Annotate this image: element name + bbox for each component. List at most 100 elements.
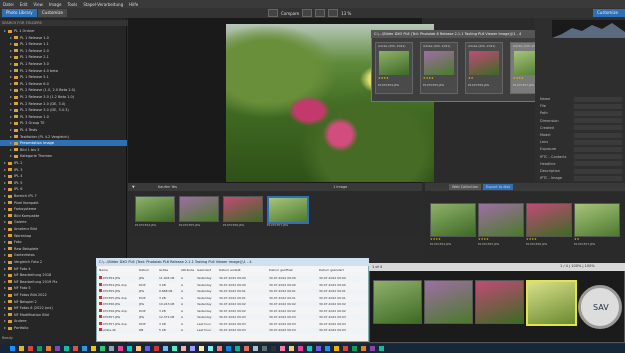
file-row[interactable]: P1070354.JPG.dop DOP 3 kB A Yesterday 30.07.2…	[99, 282, 367, 288]
folder-item[interactable]: Foto	[0, 239, 127, 245]
expand-icon[interactable]	[4, 267, 6, 270]
property-value-field[interactable]	[574, 139, 622, 145]
overlay-thumb-card[interactable]: Adobe (IOS, 2021) ★★★★ P1070355.JPG	[420, 42, 458, 94]
folder-item[interactable]: Pixel Kompakt	[0, 200, 127, 206]
file-row[interactable]: P1070354.JPG JPG 11.904 kB A Yesterday 30.07.…	[99, 276, 367, 281]
file-row[interactable]: P1070355.JPG JPG 9.868 kB A Yesterday 30.07.2…	[99, 289, 367, 294]
expand-icon[interactable]	[10, 115, 12, 118]
expand-icon[interactable]	[4, 221, 6, 224]
expand-icon[interactable]	[4, 208, 6, 211]
expand-icon[interactable]	[4, 313, 6, 316]
column-header[interactable]: Name	[99, 268, 108, 272]
expand-icon[interactable]	[4, 307, 6, 310]
folder-item[interactable]: PL 2 Release (1.0, 2.0 Beta 2.0)	[0, 87, 127, 93]
folder-item[interactable]: IPL 6	[0, 186, 127, 192]
expand-icon[interactable]	[10, 43, 12, 46]
taskbar-app-icon[interactable]	[298, 346, 303, 351]
expand-icon[interactable]	[4, 175, 6, 178]
property-value-field[interactable]	[574, 168, 622, 174]
menu-item-tools[interactable]: Tools	[67, 2, 77, 7]
folder-item[interactable]: Workshop	[0, 233, 127, 239]
file-row[interactable]: P1070355.JPG.dop DOP 3 kB A Yesterday 30.07.2…	[99, 295, 367, 301]
taskbar-app-icon[interactable]	[19, 346, 24, 351]
folder-item[interactable]: IPL 4	[0, 173, 127, 179]
property-value-field[interactable]	[574, 103, 622, 109]
expand-icon[interactable]	[4, 254, 6, 257]
taskbar-app-icon[interactable]	[91, 346, 96, 351]
file-row[interactable]: P1070357.JPG JPG 12.372 kB A Yesterday 30.07.…	[99, 315, 367, 320]
expand-icon[interactable]	[10, 49, 12, 52]
expand-icon[interactable]	[10, 109, 12, 112]
taskbar-app-icon[interactable]	[307, 346, 312, 351]
expand-icon[interactable]	[4, 162, 6, 164]
expand-icon[interactable]	[10, 96, 12, 98]
taskbar-app-icon[interactable]	[289, 346, 294, 351]
folder-item[interactable]: PL 1 Release 2.0	[0, 48, 127, 54]
folder-item[interactable]: PL 1 Release 1.1	[0, 41, 127, 47]
filmstrip-thumb[interactable]	[135, 196, 175, 222]
file-row[interactable]: P1070357.JPG.dop DOP 3 kB A Last hour 30.07.2…	[99, 321, 367, 327]
taskbar-app-icon[interactable]	[109, 346, 114, 351]
grid-icon[interactable]	[328, 9, 339, 17]
thumb-rating[interactable]: ★★	[468, 76, 473, 80]
thumb-rating[interactable]: ★★★★	[378, 76, 389, 80]
folder-item[interactable]: IPL 2	[0, 160, 127, 166]
column-header[interactable]: Geändert	[197, 268, 211, 272]
taskbar-app-icon[interactable]	[370, 346, 375, 351]
property-value-field[interactable]	[574, 118, 622, 124]
expand-icon[interactable]	[10, 56, 12, 59]
menu-item-image[interactable]: Image	[49, 2, 62, 7]
taskbar-app-icon[interactable]	[118, 346, 123, 351]
folder-item[interactable]: Bild Kompakte	[0, 213, 127, 219]
taskbar-app-icon[interactable]	[208, 346, 213, 351]
taskbar-app-icon[interactable]	[226, 346, 231, 351]
expand-icon[interactable]	[10, 89, 12, 92]
menu-item-batch[interactable]: Stapel-Verarbeitung	[83, 2, 123, 7]
folder-item[interactable]: Kategorie Themen	[0, 153, 127, 159]
folder-item[interactable]: Bild 1 bis 3	[0, 147, 127, 153]
thumb-image[interactable]	[424, 51, 454, 75]
tab-customize[interactable]: Customize	[38, 9, 67, 17]
expand-icon[interactable]	[10, 63, 12, 65]
thumb-image[interactable]	[469, 51, 499, 75]
column-header[interactable]: Datum	[139, 268, 149, 272]
folder-item[interactable]: Amateur Bild	[0, 226, 127, 232]
expand-icon[interactable]	[10, 102, 12, 105]
folder-item[interactable]: PL 1 Ordner	[0, 28, 127, 34]
expand-icon[interactable]	[10, 36, 12, 39]
browser-thumb-rating[interactable]: ★★★★	[478, 237, 489, 241]
folder-item[interactable]: PL 1 Release 6.0	[0, 81, 127, 87]
taskbar-app-icon[interactable]	[100, 346, 105, 351]
expand-icon[interactable]	[10, 135, 12, 138]
filter-icon[interactable]: ▼	[132, 183, 135, 191]
property-value-field[interactable]	[574, 96, 622, 102]
expand-icon[interactable]	[4, 168, 6, 171]
taskbar-app-icon[interactable]	[136, 346, 141, 351]
taskbar-app-icon[interactable]	[181, 346, 186, 351]
compare-icon[interactable]	[268, 9, 278, 17]
taskbar-app-icon[interactable]	[10, 346, 15, 351]
zoom-value[interactable]: 13 %	[341, 11, 351, 16]
expand-icon[interactable]	[10, 76, 12, 79]
overlay-thumb-card[interactable]: Adobe (IOS, 2021) ★★★★ P1070354.JPG	[375, 42, 413, 94]
property-value-field[interactable]	[574, 125, 622, 131]
folder-item[interactable]: Raw Beispiele	[0, 246, 127, 252]
file-row[interactable]: P1070356.JPG.dop DOP 3 kB A Yesterday 30.07.2…	[99, 308, 367, 314]
folder-item[interactable]: Presentation Image	[0, 140, 127, 147]
taskbar-app-icon[interactable]	[55, 346, 60, 351]
image-viewer-thumb[interactable]	[475, 280, 524, 324]
expand-icon[interactable]	[4, 188, 6, 191]
browser-thumb[interactable]	[478, 203, 524, 237]
taskbar-app-icon[interactable]	[154, 346, 159, 351]
expand-icon[interactable]	[4, 228, 6, 230]
expand-icon[interactable]	[10, 142, 12, 145]
column-header[interactable]: Datum geändert	[319, 268, 344, 272]
expand-icon[interactable]	[4, 261, 6, 263]
expand-icon[interactable]	[10, 69, 12, 72]
taskbar-app-icon[interactable]	[343, 346, 348, 351]
folder-item[interactable]: PL 2 Release 3.0 (DE, 3.0.3)	[0, 107, 127, 113]
property-value-field[interactable]	[574, 110, 622, 116]
thumb-image[interactable]	[379, 51, 409, 75]
folder-item[interactable]: PL 3 Group TE	[0, 120, 127, 126]
folder-item[interactable]: IPL 5	[0, 180, 127, 186]
